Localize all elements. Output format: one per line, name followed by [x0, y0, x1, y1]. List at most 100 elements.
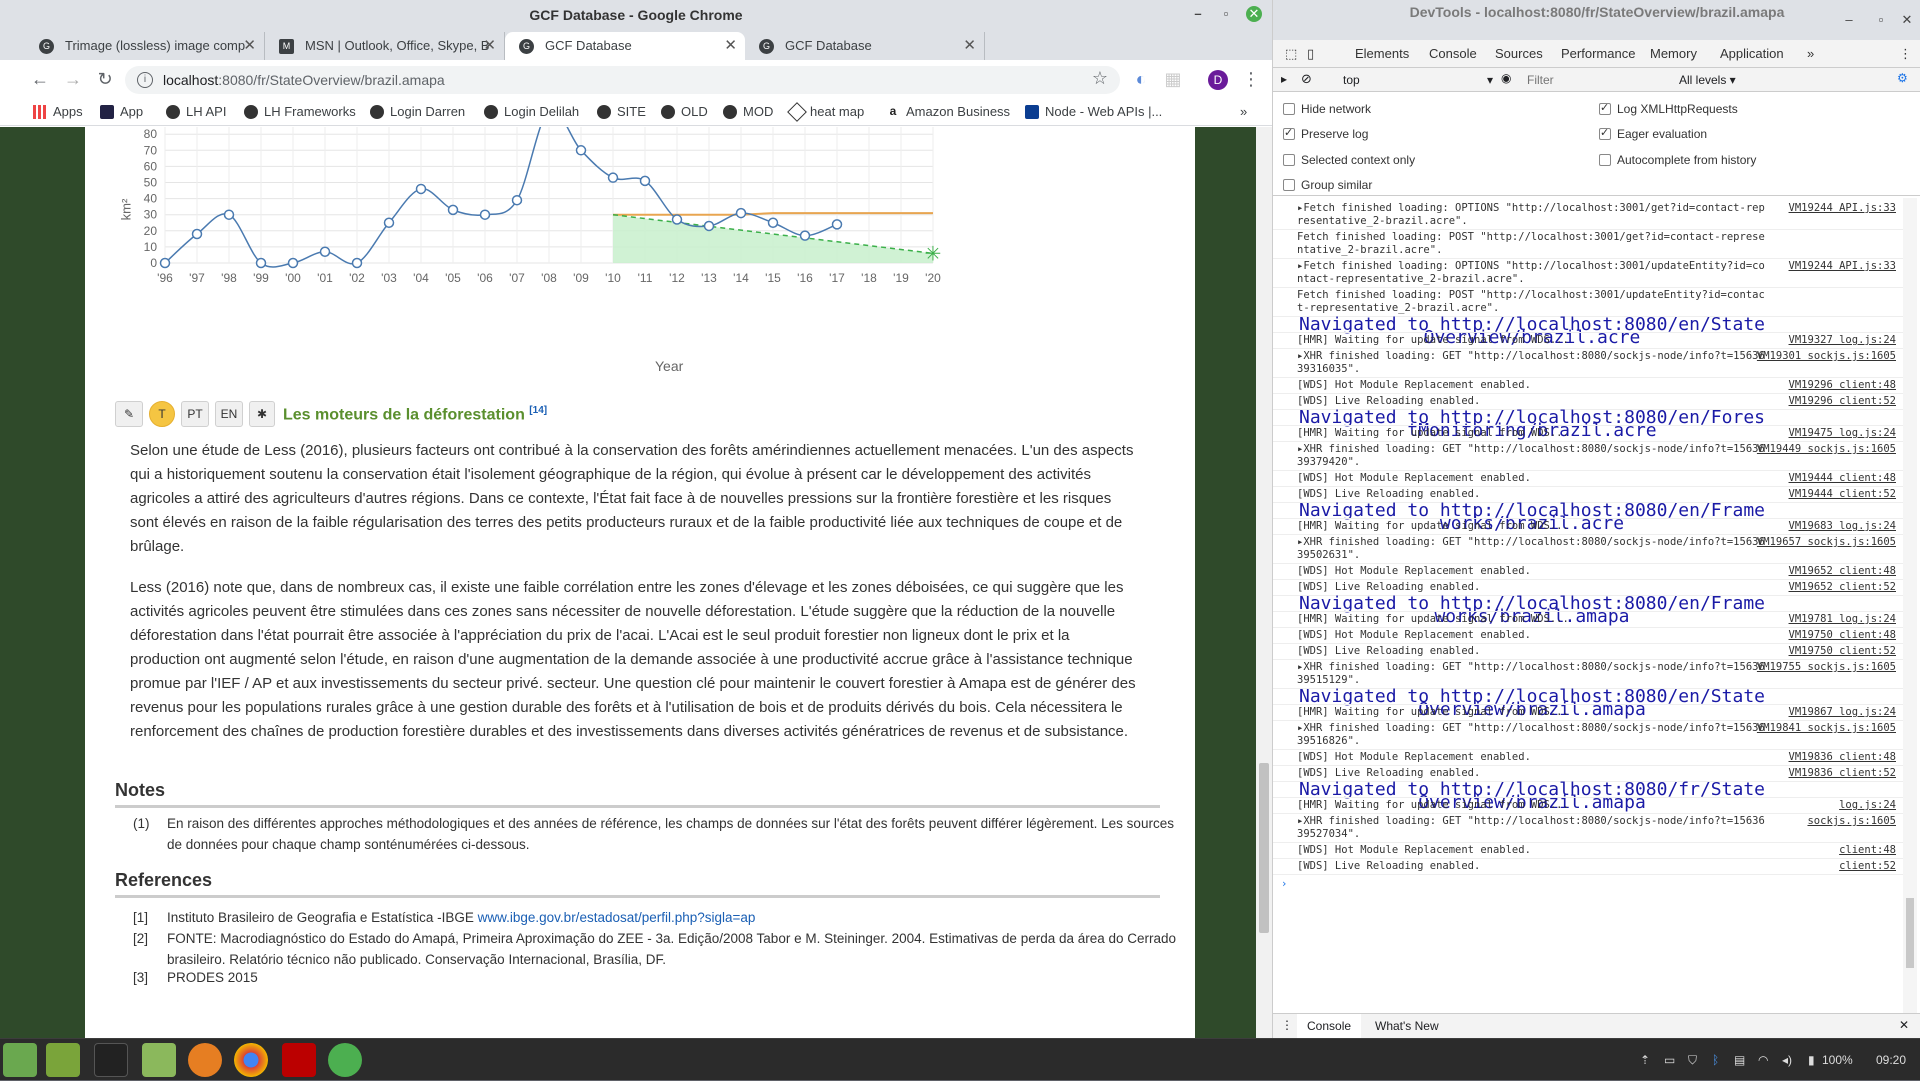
- firefox-icon[interactable]: [188, 1043, 222, 1077]
- console-source-link[interactable]: VM19296 client:48: [1789, 379, 1896, 392]
- menu-kebab-icon[interactable]: ⋮: [1240, 68, 1262, 90]
- console-source-link[interactable]: client:48: [1839, 844, 1896, 857]
- bookmark-node-web-apis[interactable]: Node - Web APIs |...: [1025, 98, 1162, 126]
- bookmark-lh-api[interactable]: LH API: [166, 98, 226, 126]
- console-log-entry[interactable]: [WDS] Hot Module Replacement enabled.: [1297, 751, 1767, 764]
- console-log-entry[interactable]: ▸XHR finished loading: GET "http://local…: [1297, 350, 1767, 376]
- asterisk-button[interactable]: ✱: [249, 401, 275, 427]
- console-log-entry[interactable]: [WDS] Hot Module Replacement enabled.: [1297, 629, 1767, 642]
- wifi-icon[interactable]: ◠: [1758, 1039, 1768, 1081]
- bookmark-apps[interactable]: Apps: [33, 98, 83, 126]
- autocomplete-checkbox[interactable]: Autocomplete from history: [1599, 153, 1756, 167]
- console-source-link[interactable]: VM19652 client:52: [1789, 581, 1896, 594]
- filezilla-icon[interactable]: [282, 1043, 316, 1077]
- console-log-entry[interactable]: ▸Fetch finished loading: OPTIONS "http:/…: [1297, 202, 1767, 228]
- page-scrollbar[interactable]: [1256, 127, 1272, 1038]
- console-source-link[interactable]: VM19244 API.js:33: [1789, 260, 1896, 273]
- extension2-icon[interactable]: ▦: [1162, 68, 1184, 90]
- tab-gcf-active[interactable]: G GCF Database ✕: [505, 32, 745, 60]
- lang-pt-button[interactable]: PT: [181, 401, 209, 427]
- tab-close-icon[interactable]: ✕: [963, 32, 976, 60]
- tab-elements[interactable]: Elements: [1355, 40, 1409, 68]
- bluetooth-icon[interactable]: ᛒ: [1712, 1039, 1719, 1081]
- console-log-entry[interactable]: [WDS] Live Reloading enabled.: [1297, 645, 1767, 658]
- context-select[interactable]: top ▾: [1343, 73, 1493, 87]
- inspect-icon[interactable]: ⬚: [1285, 40, 1297, 68]
- devtools-minimize-icon[interactable]: –: [1841, 12, 1857, 28]
- devtools-restore-icon[interactable]: ▫: [1873, 12, 1889, 28]
- console-log-entry[interactable]: [HMR] Waiting for update signal from WDS…: [1297, 520, 1767, 533]
- console-log-entry[interactable]: [WDS] Live Reloading enabled.: [1297, 860, 1767, 873]
- url-text[interactable]: localhost:8080/fr/StateOverview/brazil.a…: [163, 66, 445, 94]
- bookmark-heat-map[interactable]: heat map: [787, 98, 864, 126]
- console-log-entry[interactable]: [HMR] Waiting for update signal from WDS…: [1297, 706, 1767, 719]
- levels-dropdown[interactable]: All levels ▾: [1679, 73, 1736, 87]
- tab-gcf[interactable]: G GCF Database ✕: [745, 32, 985, 60]
- console-source-link[interactable]: VM19755 sockjs.js:1605: [1757, 661, 1896, 674]
- console-prompt[interactable]: ›: [1281, 878, 1751, 891]
- console-log-entry[interactable]: ▸XHR finished loading: GET "http://local…: [1297, 536, 1767, 562]
- shield-icon[interactable]: ⛉: [1688, 1039, 1697, 1081]
- console-source-link[interactable]: VM19836 client:48: [1789, 751, 1896, 764]
- console-log-entry[interactable]: [HMR] Waiting for update signal from WDS…: [1297, 427, 1767, 440]
- console-source-link[interactable]: VM19781 log.js:24: [1789, 613, 1896, 626]
- bookmarks-overflow-icon[interactable]: »: [1240, 98, 1247, 126]
- tab-application[interactable]: Application: [1720, 40, 1784, 68]
- tab-performance[interactable]: Performance: [1561, 40, 1635, 68]
- console-source-link[interactable]: VM19296 client:52: [1789, 395, 1896, 408]
- clear-console-icon[interactable]: ⊘: [1301, 71, 1312, 87]
- battery-icon[interactable]: ▮: [1808, 1039, 1815, 1081]
- console-source-link[interactable]: VM19841 sockjs.js:1605: [1757, 722, 1896, 735]
- console-source-link[interactable]: VM19244 API.js:33: [1789, 202, 1896, 215]
- console-log-entry[interactable]: ▸XHR finished loading: GET "http://local…: [1297, 661, 1767, 687]
- console-scrollbar[interactable]: [1903, 198, 1917, 1013]
- minimize-icon[interactable]: –: [1190, 6, 1206, 22]
- console-log-entry[interactable]: [HMR] Waiting for update signal from WDS…: [1297, 334, 1767, 347]
- drawer-menu-icon[interactable]: ⋮: [1281, 1018, 1293, 1032]
- tab-memory[interactable]: Memory: [1650, 40, 1697, 68]
- edit-button[interactable]: ✎: [115, 401, 143, 427]
- reload-icon[interactable]: ↻: [94, 68, 116, 90]
- console-log-entry[interactable]: Fetch finished loading: POST "http://loc…: [1297, 289, 1767, 315]
- console-log-entry[interactable]: [HMR] Waiting for update signal from WDS…: [1297, 613, 1767, 626]
- console-scrollbar-thumb[interactable]: [1906, 898, 1914, 968]
- tab-console[interactable]: Console: [1429, 40, 1477, 70]
- tab-close-icon[interactable]: ✕: [243, 32, 256, 60]
- bookmark-amazon[interactable]: a Amazon Business: [886, 98, 1010, 126]
- console-source-link[interactable]: VM19867 log.js:24: [1789, 706, 1896, 719]
- console-source-link[interactable]: VM19750 client:48: [1789, 629, 1896, 642]
- translate-t-button[interactable]: T: [149, 401, 175, 427]
- tab-sources[interactable]: Sources: [1495, 40, 1543, 68]
- sidebar-toggle-icon[interactable]: ▸: [1281, 72, 1287, 86]
- console-filter-input[interactable]: [1527, 71, 1657, 89]
- chrome-icon[interactable]: [234, 1043, 268, 1077]
- console-log-entry[interactable]: Fetch finished loading: POST "http://loc…: [1297, 231, 1767, 257]
- more-tabs-icon[interactable]: »: [1807, 40, 1814, 68]
- bookmark-old[interactable]: OLD: [661, 98, 708, 126]
- scrollbar-thumb[interactable]: [1259, 763, 1269, 933]
- console-log-entry[interactable]: [WDS] Hot Module Replacement enabled.: [1297, 472, 1767, 485]
- console-source-link[interactable]: VM19449 sockjs.js:1605: [1757, 443, 1896, 456]
- lang-en-button[interactable]: EN: [215, 401, 243, 427]
- console-log-entry[interactable]: ▸Fetch finished loading: OPTIONS "http:/…: [1297, 260, 1767, 286]
- mint-menu-icon[interactable]: [3, 1043, 37, 1077]
- console-source-link[interactable]: client:52: [1839, 860, 1896, 873]
- selected-context-checkbox[interactable]: Selected context only: [1283, 153, 1415, 167]
- device-toolbar-icon[interactable]: ▯: [1307, 40, 1314, 68]
- console-source-link[interactable]: sockjs.js:1605: [1807, 815, 1896, 828]
- drawer-tab-console[interactable]: Console: [1297, 1014, 1362, 1038]
- info-icon[interactable]: i: [137, 72, 153, 88]
- restore-icon[interactable]: ▫: [1218, 6, 1234, 22]
- devtools-close-icon[interactable]: ✕: [1899, 12, 1915, 28]
- console-log-entry[interactable]: [HMR] Waiting for update signal from WDS…: [1297, 799, 1767, 812]
- group-similar-checkbox[interactable]: Group similar: [1283, 178, 1372, 192]
- log-xhr-checkbox[interactable]: Log XMLHttpRequests: [1599, 101, 1738, 116]
- console-log-entry[interactable]: ▸XHR finished loading: GET "http://local…: [1297, 722, 1767, 748]
- drawer-tab-whats-new[interactable]: What's New: [1375, 1014, 1439, 1038]
- eager-eval-checkbox[interactable]: Eager evaluation: [1599, 126, 1707, 141]
- console-source-link[interactable]: VM19652 client:48: [1789, 565, 1896, 578]
- forward-icon[interactable]: →: [62, 68, 84, 90]
- close-window-icon[interactable]: ✕: [1246, 6, 1262, 22]
- devtools-menu-icon[interactable]: ⋮: [1899, 40, 1912, 68]
- bookmark-site[interactable]: SITE: [597, 98, 646, 126]
